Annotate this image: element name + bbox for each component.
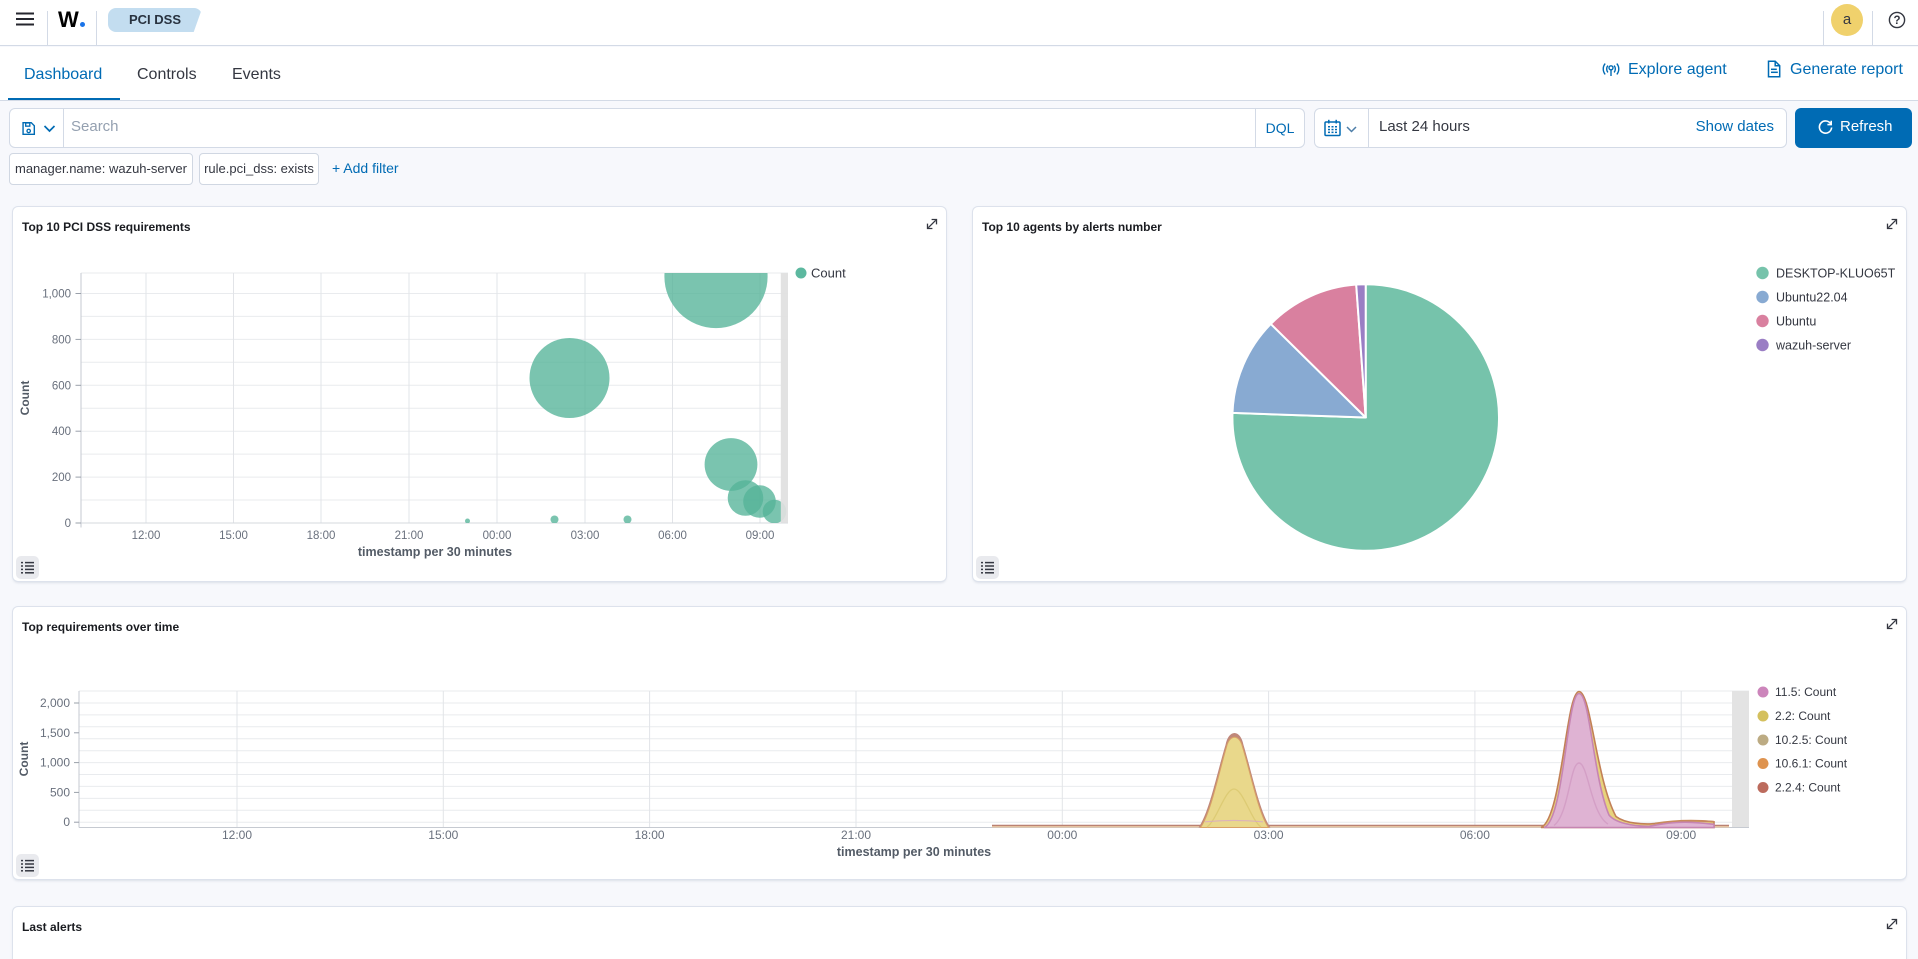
svg-text:00:00: 00:00 bbox=[1047, 828, 1077, 842]
svg-text:03:00: 03:00 bbox=[1254, 828, 1284, 842]
svg-text:Count: Count bbox=[811, 266, 846, 281]
svg-text:15:00: 15:00 bbox=[428, 828, 458, 842]
svg-text:11.5: Count: 11.5: Count bbox=[1775, 685, 1837, 699]
svg-text:200: 200 bbox=[52, 472, 71, 484]
svg-text:?: ? bbox=[1893, 15, 1900, 27]
svg-text:21:00: 21:00 bbox=[841, 828, 871, 842]
svg-text:09:00: 09:00 bbox=[1666, 828, 1696, 842]
svg-text:1,000: 1,000 bbox=[40, 756, 70, 770]
svg-text:0: 0 bbox=[63, 815, 70, 829]
svg-text:12:00: 12:00 bbox=[132, 530, 161, 542]
svg-text:1,000: 1,000 bbox=[42, 289, 71, 301]
svg-text:18:00: 18:00 bbox=[307, 530, 336, 542]
svg-text:Ubuntu: Ubuntu bbox=[1776, 315, 1816, 329]
svg-text:10.2.5: Count: 10.2.5: Count bbox=[1775, 733, 1848, 747]
svg-text:800: 800 bbox=[52, 334, 71, 346]
svg-text:Ubuntu22.04: Ubuntu22.04 bbox=[1776, 291, 1848, 305]
svg-text:timestamp per 30 minutes: timestamp per 30 minutes bbox=[358, 545, 512, 559]
svg-text:15:00: 15:00 bbox=[219, 530, 248, 542]
svg-text:600: 600 bbox=[52, 380, 71, 392]
svg-text:2.2.4: Count: 2.2.4: Count bbox=[1775, 781, 1841, 795]
svg-text:2.2: Count: 2.2: Count bbox=[1775, 709, 1831, 723]
svg-text:00:00: 00:00 bbox=[483, 530, 512, 542]
svg-text:Count: Count bbox=[18, 381, 32, 416]
svg-text:Count: Count bbox=[17, 742, 31, 777]
svg-text:2,000: 2,000 bbox=[40, 696, 70, 710]
svg-text:wazuh-server: wazuh-server bbox=[1775, 339, 1851, 353]
svg-text:21:00: 21:00 bbox=[395, 530, 424, 542]
svg-text:timestamp per 30 minutes: timestamp per 30 minutes bbox=[837, 845, 991, 859]
svg-text:18:00: 18:00 bbox=[635, 828, 665, 842]
svg-text:06:00: 06:00 bbox=[658, 530, 687, 542]
svg-text:06:00: 06:00 bbox=[1460, 828, 1490, 842]
svg-text:09:00: 09:00 bbox=[746, 530, 775, 542]
svg-text:12:00: 12:00 bbox=[222, 828, 252, 842]
svg-text:1,500: 1,500 bbox=[40, 726, 70, 740]
svg-text:400: 400 bbox=[52, 426, 71, 438]
svg-text:500: 500 bbox=[50, 785, 70, 799]
svg-text:03:00: 03:00 bbox=[571, 530, 600, 542]
svg-text:0: 0 bbox=[65, 518, 71, 530]
svg-text:10.6.1: Count: 10.6.1: Count bbox=[1775, 757, 1848, 771]
svg-text:DESKTOP-KLUO65T: DESKTOP-KLUO65T bbox=[1776, 267, 1896, 281]
